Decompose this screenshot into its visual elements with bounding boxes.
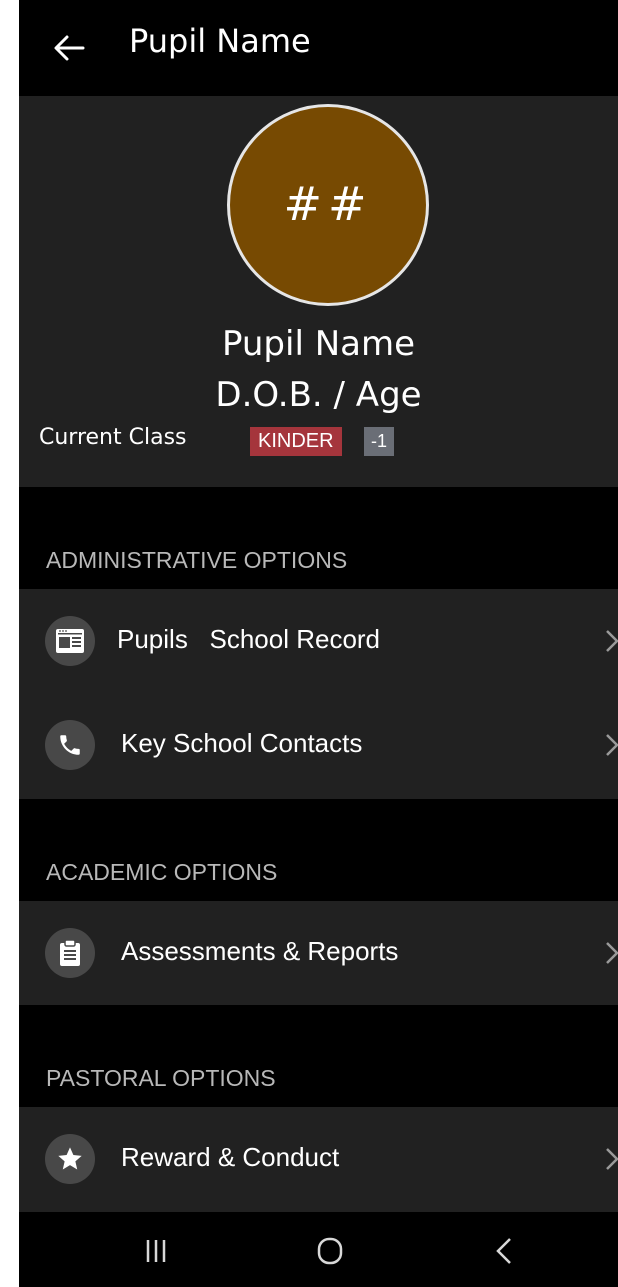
section-title: ADMINISTRATIVE OPTIONS [46,547,348,573]
system-navigation-bar [19,1212,618,1287]
menu-item-key-school-contacts[interactable]: Key School Contacts [19,693,618,797]
section-title: PASTORAL OPTIONS [46,1065,276,1091]
avatar-initials: ## [283,177,373,231]
pupil-dob-age: D.O.B. / Age [215,375,422,415]
section-header-administrative: ADMINISTRATIVE OPTIONS [19,487,618,589]
record-icon [45,616,95,666]
menu-item-label: Assessments & Reports [121,936,399,966]
chevron-right-icon [606,734,618,756]
pupil-name: Pupil Name [221,324,416,364]
chevron-right-icon [606,630,618,652]
back-arrow-icon[interactable] [49,28,89,68]
phone-icon [45,720,95,770]
section-header-academic: ACADEMIC OPTIONS [19,799,618,901]
menu-item-reward-conduct[interactable]: Reward & Conduct [19,1107,618,1211]
star-icon [45,1134,95,1184]
profile-header: ## Pupil Name D.O.B. / Age Current Class… [19,96,618,487]
class-number-badge: -1 [364,427,395,456]
recent-apps-icon[interactable] [136,1234,176,1268]
section-title: ACADEMIC OPTIONS [46,859,278,885]
menu-item-label: Pupils School Record [117,624,381,654]
home-icon[interactable] [310,1234,350,1268]
academic-options-card: Assessments & Reports [19,901,618,1005]
chevron-right-icon [606,942,618,964]
administrative-options-card: Pupils School Record Key School Contacts [19,589,618,799]
chevron-right-icon [606,1148,618,1170]
menu-item-label: Key School Contacts [121,728,363,758]
page-title: Pupil Name [129,22,311,60]
menu-item-pupils-school-record[interactable]: Pupils School Record [19,589,618,693]
section-header-pastoral: PASTORAL OPTIONS [19,1005,618,1107]
menu-item-assessments-reports[interactable]: Assessments & Reports [19,901,618,1005]
avatar: ## [227,104,429,306]
menu-item-label: Reward & Conduct [121,1142,340,1172]
clipboard-icon [45,928,95,978]
pastoral-options-card: Reward & Conduct [19,1107,618,1212]
app-bar: Pupil Name [19,0,618,96]
phone-screen: Pupil Name ## Pupil Name D.O.B. / Age Cu… [19,0,618,1287]
class-name-badge: KINDER [250,427,342,456]
nav-back-icon[interactable] [484,1234,524,1268]
current-class-label: Current Class [39,425,187,450]
